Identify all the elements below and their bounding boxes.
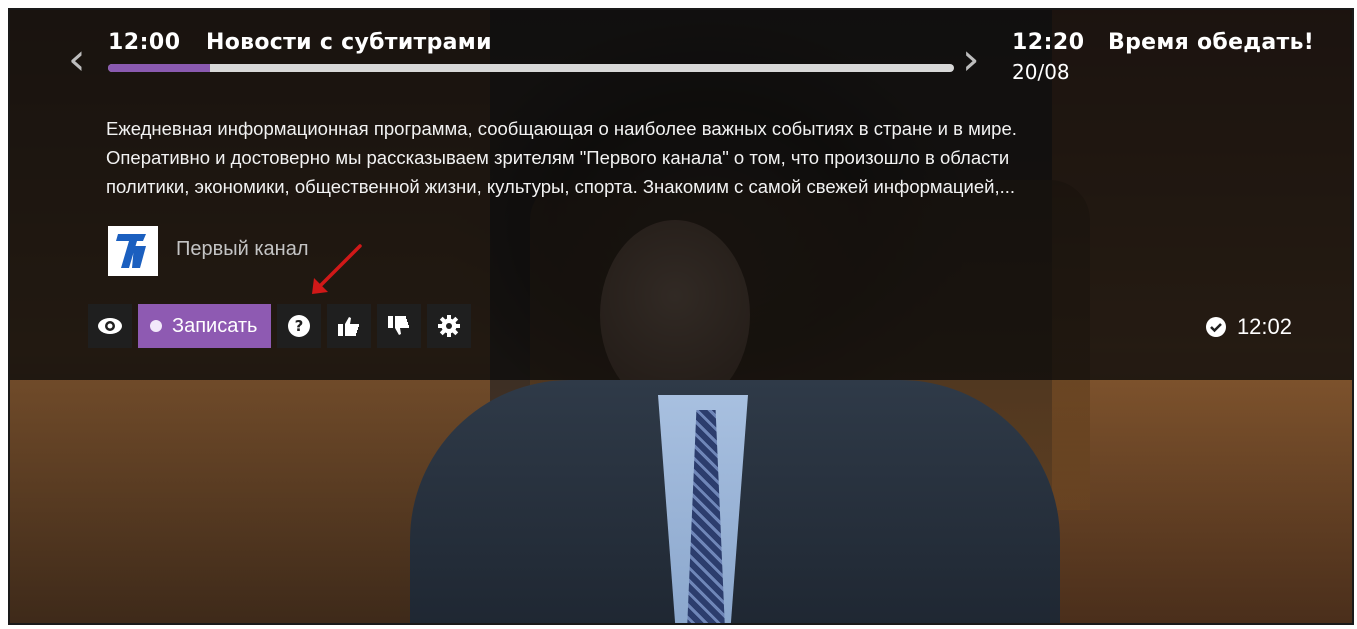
action-toolbar: Записать ? — [88, 304, 472, 348]
next-program-time: 12:20 — [1012, 30, 1085, 55]
settings-button[interactable] — [427, 304, 472, 348]
previous-program-arrow-icon[interactable]: ‹ — [68, 38, 86, 82]
dislike-button[interactable] — [377, 304, 422, 348]
description-line: политики, экономики, общественной жизни,… — [106, 176, 1016, 197]
clock: 12:02 — [1205, 314, 1292, 340]
clock-time: 12:02 — [1236, 314, 1292, 339]
gear-icon — [438, 315, 461, 337]
record-dot-icon — [150, 320, 162, 332]
current-program-time: 12:00 — [108, 30, 181, 55]
check-circle-icon — [1205, 317, 1226, 337]
program-info-panel: ‹ 12:00 Новости с субтитрами › 12:20 20/… — [10, 10, 1352, 380]
tv-screen: ‹ 12:00 Новости с субтитрами › 12:20 20/… — [8, 8, 1354, 625]
watch-button[interactable] — [88, 304, 132, 348]
like-button[interactable] — [327, 304, 372, 348]
current-program-title: Новости с субтитрами — [206, 30, 492, 55]
next-program-title: Время обедать! — [1108, 30, 1315, 55]
svg-text:?: ? — [295, 317, 304, 335]
description-line: Оперативно и достоверно мы рассказываем … — [106, 147, 1010, 168]
channel-name: Первый канал — [176, 238, 309, 260]
description-line: Ежедневная информационная программа, соо… — [106, 118, 1017, 139]
help-icon: ? — [288, 315, 311, 337]
next-program-arrow-icon[interactable]: › — [962, 38, 980, 82]
eye-icon — [98, 318, 122, 334]
program-progress-bar — [108, 64, 954, 72]
thumbs-down-icon — [388, 316, 410, 335]
record-button-label: Записать — [172, 314, 258, 337]
thumbs-up-icon — [338, 317, 360, 336]
program-description: Ежедневная информационная программа, соо… — [106, 114, 1346, 201]
next-program-date: 20/08 — [1012, 60, 1070, 84]
first-channel-logo-icon — [108, 226, 158, 276]
program-progress-fill — [108, 64, 210, 72]
record-button[interactable]: Записать — [138, 304, 272, 348]
info-button[interactable]: ? — [277, 304, 322, 348]
annotation-arrow-icon — [312, 244, 362, 294]
